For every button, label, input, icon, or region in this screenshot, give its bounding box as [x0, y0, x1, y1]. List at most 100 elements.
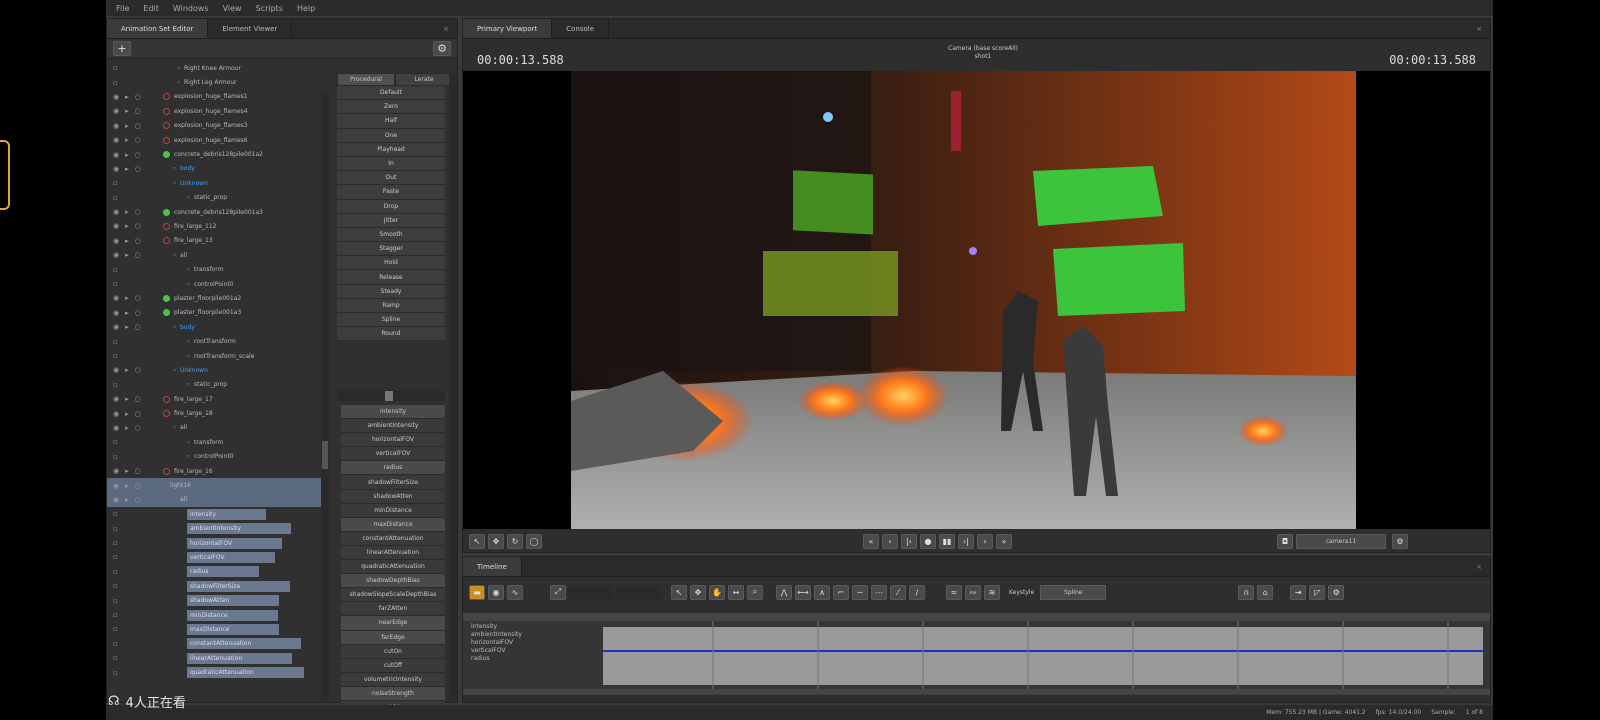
eye-icon[interactable]: ◉	[113, 424, 119, 432]
tree-row[interactable]: ▫ ▿ Right Knee Armour	[107, 61, 323, 75]
tree-row[interactable]: ◉ ▸ ○ concrete_debris128pile001a2	[107, 147, 323, 161]
tree-row[interactable]: ▫ ▿ transform	[107, 262, 323, 276]
tab-animation-set-editor[interactable]: Animation Set Editor	[107, 19, 209, 38]
lock-icon[interactable]: ○	[135, 208, 141, 216]
tree-row[interactable]: ▫ shadowFilterSize	[107, 579, 323, 593]
eye-icon[interactable]: ◉	[113, 309, 119, 317]
close-icon[interactable]: ×	[1468, 19, 1490, 38]
tree-node[interactable]: concrete_debris128pile001a2	[163, 151, 263, 159]
tree-row[interactable]: ▫ intensity	[107, 507, 323, 521]
tree-row[interactable]: ◉ ▸ ○ ▿ light16	[107, 478, 323, 493]
expand-arrow-icon[interactable]: ▸	[125, 366, 129, 374]
checkbox-icon[interactable]: ▫	[113, 525, 118, 533]
curve-flat-icon[interactable]: ⋯	[871, 584, 887, 600]
tree-node[interactable]: linearAttenuation	[187, 652, 293, 664]
eye-icon[interactable]: ◉	[113, 222, 119, 230]
eye-icon[interactable]: ◉	[113, 395, 119, 403]
lock-icon[interactable]: ○	[135, 410, 141, 418]
checkbox-icon[interactable]: ▫	[113, 352, 118, 360]
row-checkbox[interactable]: ▫	[113, 79, 151, 87]
attribute-slider[interactable]: shadowDepthBias	[341, 574, 445, 589]
slider-knob[interactable]	[385, 391, 393, 401]
tree-row[interactable]: ▫ ▿ Unknown	[107, 176, 323, 190]
tree-scrollbar[interactable]	[321, 91, 329, 703]
attribute-slider[interactable]: shadowFilterSize	[341, 475, 445, 490]
preset-button-spline[interactable]: Spline	[337, 313, 445, 328]
checkbox-icon[interactable]: ▫	[113, 338, 118, 346]
menu-item-scripts[interactable]: Scripts	[256, 4, 283, 13]
tree-node[interactable]: ▿ Right Knee Armour	[177, 65, 241, 72]
lock-icon[interactable]: ○	[135, 366, 141, 374]
eye-icon[interactable]: ◉	[113, 151, 119, 159]
presets-scrollbar[interactable]	[449, 73, 457, 703]
lock-icon[interactable]: ○	[135, 107, 141, 115]
menu-item-help[interactable]: Help	[297, 4, 315, 13]
tab-procedural[interactable]: Procedural	[337, 73, 395, 86]
graph-editor-icon[interactable]: ∿	[507, 584, 523, 600]
tree-row[interactable]: ◉ ▸ ○ fire_large_112	[107, 219, 323, 233]
lock-icon[interactable]: ○	[135, 323, 141, 331]
tree-node[interactable]: ▿ static_prop	[187, 381, 227, 388]
tree-node[interactable]: ▿ light16	[163, 482, 191, 489]
checkbox-icon[interactable]: ▫	[113, 654, 118, 662]
expand-arrow-icon[interactable]: ▸	[125, 122, 129, 130]
row-checkbox[interactable]: ▫	[113, 539, 151, 547]
timeline-track-label[interactable]: horizontalFOV	[471, 639, 601, 647]
row-checkbox[interactable]: ▫	[113, 338, 151, 346]
tree-node[interactable]: ▿ rootTransform_scale	[187, 353, 254, 360]
tree-row[interactable]: ▫ constantAttenuation	[107, 637, 323, 651]
checkbox-icon[interactable]: ▫	[113, 453, 118, 461]
checkbox-icon[interactable]: ▫	[113, 381, 118, 389]
clip-editor-icon[interactable]: ▬	[469, 584, 485, 600]
lock-icon[interactable]: ○	[135, 294, 141, 302]
curve-linear-icon[interactable]: ⟷	[795, 584, 811, 600]
attribute-slider[interactable]: noiseStrength	[341, 686, 445, 701]
attribute-slider[interactable]: radius	[341, 461, 445, 476]
attribute-slider[interactable]: maxDistance	[341, 517, 445, 532]
key-bake-icon[interactable]: ≋	[984, 584, 1000, 600]
tree-row[interactable]: ◉ ▸ ○ concrete_debris128pile001a3	[107, 205, 323, 219]
tree-node[interactable]: ▿ all	[173, 252, 187, 259]
play-pause-icon[interactable]: ▮▮	[939, 533, 955, 549]
checkbox-icon[interactable]: ▫	[113, 179, 118, 187]
tree-node[interactable]: radius	[187, 566, 259, 578]
tree-row[interactable]: ◉ ▸ ○ fire_large_16	[107, 464, 323, 478]
eye-icon[interactable]: ◉	[113, 251, 119, 259]
preset-button-default[interactable]: Default	[337, 86, 445, 101]
tree-row[interactable]: ▫ ▿ rootTransform_scale	[107, 349, 323, 363]
tab-timeline[interactable]: Timeline	[463, 557, 522, 576]
expand-arrow-icon[interactable]: ▸	[125, 410, 129, 418]
tree-row[interactable]: ◉ ▸ ○ ▿ all	[107, 492, 323, 508]
preset-slider[interactable]	[337, 391, 445, 401]
tree-node[interactable]: ▿ Right Leg Armour	[177, 79, 237, 86]
expand-arrow-icon[interactable]: ▸	[125, 208, 129, 216]
preset-button-jitter[interactable]: Jitter	[337, 213, 445, 228]
lock-icon[interactable]: ○	[135, 395, 141, 403]
tree-row[interactable]: ◉ ▸ ○ plaster_floorpile001a2	[107, 291, 323, 305]
attribute-slider[interactable]: cutOn	[341, 644, 445, 659]
frame-icon[interactable]: ⤢	[550, 584, 566, 600]
tree-row[interactable]: ▫ ▿ transform	[107, 435, 323, 449]
attribute-slider[interactable]: farZAtten	[341, 602, 445, 617]
tree-node[interactable]: horizontalFOV	[187, 537, 283, 549]
tree-row[interactable]: ◉ ▸ ○ explosion_huge_flames1	[107, 90, 323, 104]
attribute-slider[interactable]: quadraticAttenuation	[341, 560, 445, 575]
eye-icon[interactable]: ◉	[113, 496, 119, 504]
row-checkbox[interactable]: ▫	[113, 568, 151, 576]
eye-icon[interactable]: ◉	[113, 410, 119, 418]
attribute-slider[interactable]: ambientIntensity	[341, 419, 445, 434]
eye-icon[interactable]: ◉	[113, 366, 119, 374]
select-tool-icon[interactable]: ↖	[671, 584, 687, 600]
scale-tool-icon[interactable]: ↔	[728, 584, 744, 600]
expand-arrow-icon[interactable]: ▸	[125, 107, 129, 115]
tree-node[interactable]: ▿ rootTransform	[187, 338, 236, 345]
menu-item-file[interactable]: File	[116, 4, 129, 13]
curve-ease-icon[interactable]: ∽	[852, 584, 868, 600]
lock-icon[interactable]: ○	[135, 482, 141, 490]
lock-icon[interactable]: ○	[135, 165, 141, 173]
eye-icon[interactable]: ◉	[113, 93, 119, 101]
next-frame-icon[interactable]: ›|	[958, 533, 974, 549]
expand-arrow-icon[interactable]: ▸	[125, 467, 129, 475]
tree-node[interactable]: ▿ body	[173, 165, 195, 172]
eye-icon[interactable]: ◉	[113, 323, 119, 331]
